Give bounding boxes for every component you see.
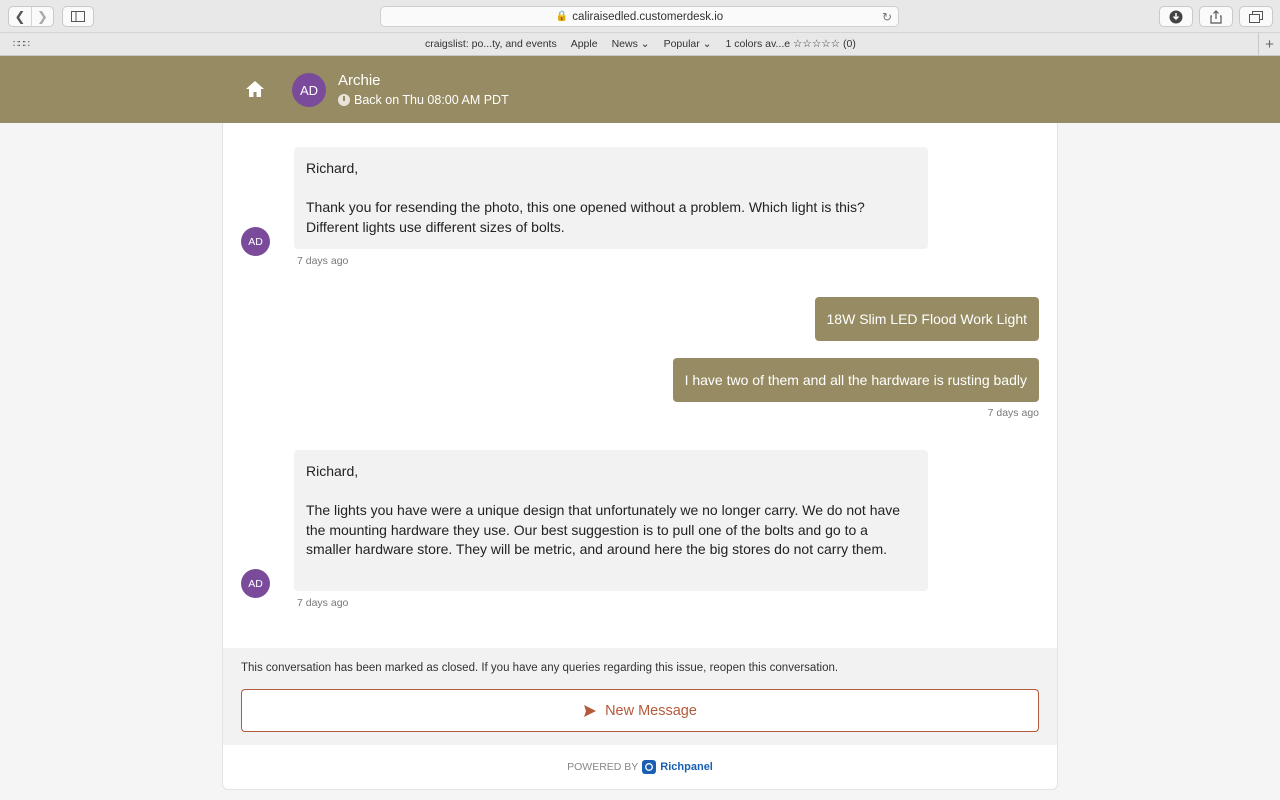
new-message-button[interactable]: New Message [241, 689, 1039, 732]
downloads-icon[interactable] [1159, 6, 1193, 27]
address-bar[interactable]: 🔒 caliraisedled.customerdesk.io ↻ [380, 6, 899, 27]
url-text: caliraisedled.customerdesk.io [572, 10, 724, 23]
back-icon[interactable]: ❮ [9, 7, 31, 26]
apps-grid-icon[interactable]: ∷∷∷ [13, 39, 30, 50]
bookmark-craigslist[interactable]: craigslist: po...ty, and events [425, 38, 557, 50]
bookmark-popular[interactable]: Popular ⌄ [664, 38, 712, 50]
agent-avatar-small: AD [241, 227, 270, 256]
richpanel-brand-link[interactable]: Richpanel [660, 761, 713, 773]
agent-name: Archie [338, 72, 381, 89]
reload-icon[interactable]: ↻ [882, 10, 892, 24]
agent-status: Back on Thu 08:00 AM PDT [338, 93, 509, 107]
chevron-down-icon: ⌄ [640, 38, 650, 50]
outgoing-message: 18W Slim LED Flood Work Light [814, 297, 1039, 341]
conversation-panel: Richard, Thank you for resending the pho… [222, 123, 1058, 790]
message-timestamp: 7 days ago [297, 255, 349, 267]
bookmark-apple[interactable]: Apple [571, 38, 598, 50]
clock-icon [338, 94, 350, 106]
powered-by-footer: POWERED BY Richpanel [567, 760, 713, 774]
chevron-down-icon: ⌄ [702, 38, 712, 50]
conversation-header [0, 56, 1280, 123]
closed-notice: This conversation has been marked as clo… [241, 662, 839, 674]
forward-icon[interactable]: ❯ [31, 7, 53, 26]
send-icon [584, 704, 597, 717]
agent-avatar-small: AD [241, 569, 270, 598]
tabs-overview-icon[interactable] [1239, 6, 1273, 27]
incoming-message: Richard, The lights you have were a uniq… [294, 450, 928, 591]
bookmark-colors[interactable]: 1 colors av...e ☆☆☆☆☆ (0) [726, 38, 856, 50]
lock-icon: 🔒 [555, 11, 569, 22]
browser-toolbar: ❮ ❯ 🔒 caliraisedled.customerdesk.io ↻ [0, 0, 1280, 33]
incoming-message: Richard, Thank you for resending the pho… [294, 147, 928, 249]
add-bookmark-icon[interactable]: + [1258, 33, 1280, 56]
bookmark-news[interactable]: News ⌄ [612, 38, 650, 50]
agent-avatar: AD [292, 73, 326, 107]
nav-buttons: ❮ ❯ [8, 6, 54, 27]
sidebar-toggle-icon[interactable] [62, 6, 94, 27]
message-timestamp: 7 days ago [987, 407, 1039, 419]
outgoing-message: I have two of them and all the hardware … [672, 358, 1039, 402]
message-timestamp: 7 days ago [297, 597, 349, 609]
share-icon[interactable] [1199, 6, 1233, 27]
richpanel-logo-icon [642, 760, 657, 774]
bookmarks-bar: ∷∷∷ craigslist: po...ty, and events Appl… [0, 33, 1280, 56]
closed-conversation-bar: This conversation has been marked as clo… [223, 648, 1057, 745]
home-icon[interactable] [244, 78, 266, 100]
